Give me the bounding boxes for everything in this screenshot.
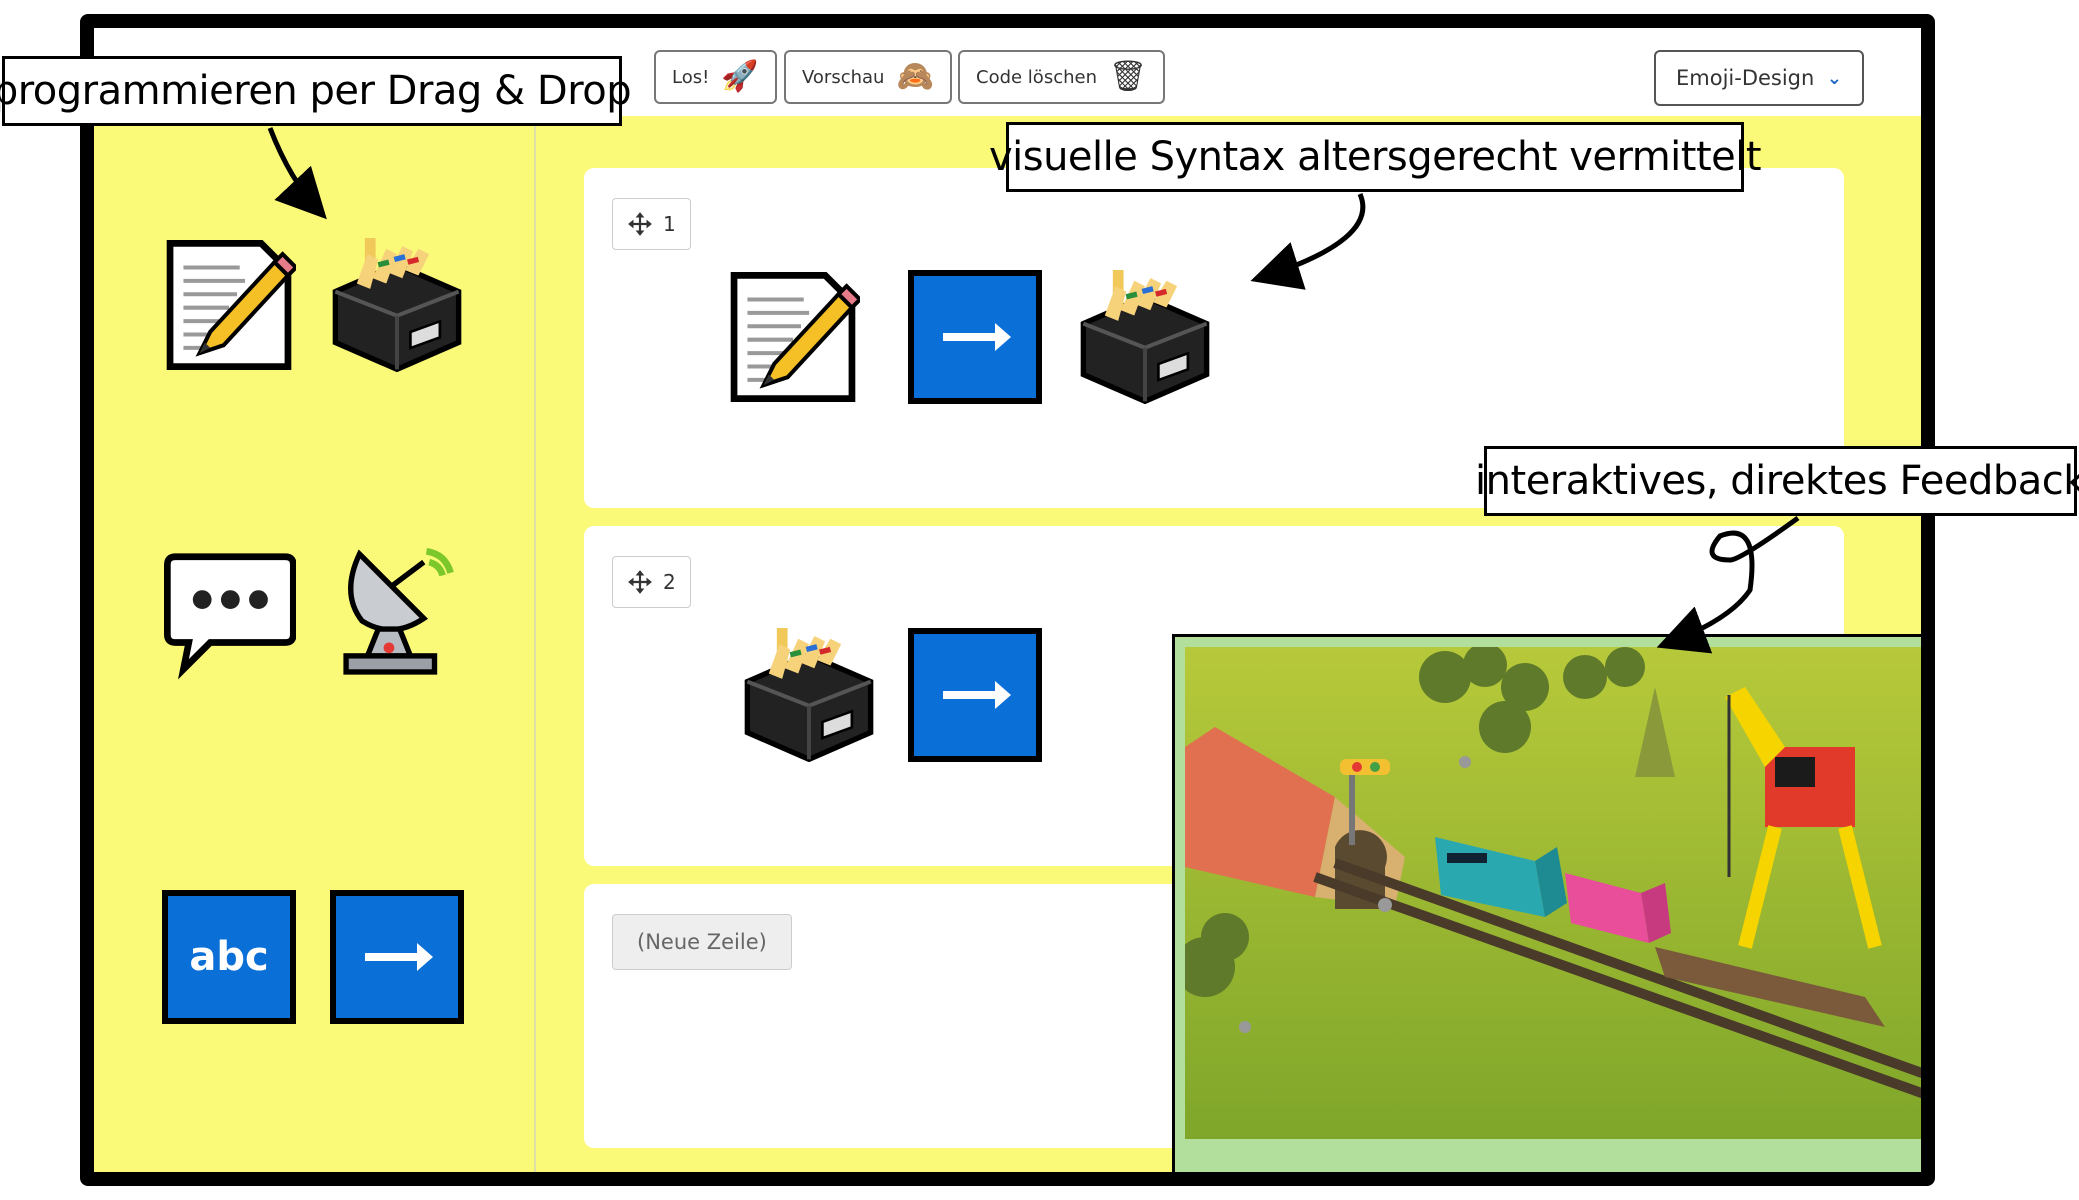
card-file-box-icon[interactable] <box>1078 270 1212 404</box>
theme-select-value: Emoji-Design <box>1676 66 1815 90</box>
arrow-block[interactable] <box>330 890 464 1024</box>
annotation-syntax: visuelle Syntax altersgerecht vermittelt <box>989 122 1762 192</box>
speech-balloon-icon[interactable] <box>162 546 296 680</box>
row-number: 1 <box>663 212 676 236</box>
wastebasket-icon: 🗑 <box>1108 59 1148 94</box>
arrow-right-icon <box>925 287 1025 387</box>
theme-select[interactable]: Emoji-Design ⌄ <box>1654 50 1864 106</box>
run-button[interactable]: Los! 🚀 <box>654 50 777 104</box>
annotation-drag-drop: programmieren per Drag & Drop <box>0 56 632 126</box>
card-file-box-icon[interactable] <box>330 238 464 372</box>
chevron-down-icon: ⌄ <box>1826 67 1842 89</box>
arrow-right-icon <box>347 907 447 1007</box>
satellite-antenna-icon[interactable] <box>330 546 464 680</box>
preview-label: Vorschau <box>802 66 885 88</box>
annotation-feedback: interaktives, direktes Feedback <box>1475 446 2079 516</box>
move-icon <box>627 569 653 595</box>
clear-code-label: Code löschen <box>976 66 1097 88</box>
arrow-block[interactable] <box>908 270 1042 404</box>
preview-panel <box>1172 634 1921 1172</box>
new-row-button[interactable]: (Neue Zeile) <box>612 914 792 970</box>
row-number: 2 <box>663 570 676 594</box>
drag-handle[interactable]: 2 <box>612 556 691 608</box>
palette-divider <box>534 116 536 1172</box>
memo-icon[interactable] <box>726 270 860 404</box>
rocket-icon: 🚀 <box>721 59 759 94</box>
abc-block[interactable]: abc <box>162 890 296 1024</box>
card-file-box-icon[interactable] <box>742 628 876 762</box>
drag-handle[interactable]: 1 <box>612 198 691 250</box>
move-icon <box>627 211 653 237</box>
run-label: Los! <box>672 66 710 88</box>
abc-label: abc <box>189 934 269 980</box>
train-scene-illustration <box>1185 647 1921 1139</box>
clear-code-button[interactable]: Code löschen 🗑 <box>958 50 1166 104</box>
arrow-block[interactable] <box>908 628 1042 762</box>
preview-button[interactable]: Vorschau 🙈 <box>784 50 952 104</box>
arrow-right-icon <box>925 645 1025 745</box>
see-no-evil-monkey-icon: 🙈 <box>896 59 934 94</box>
memo-icon[interactable] <box>162 238 296 372</box>
block-palette: abc <box>94 116 534 1172</box>
